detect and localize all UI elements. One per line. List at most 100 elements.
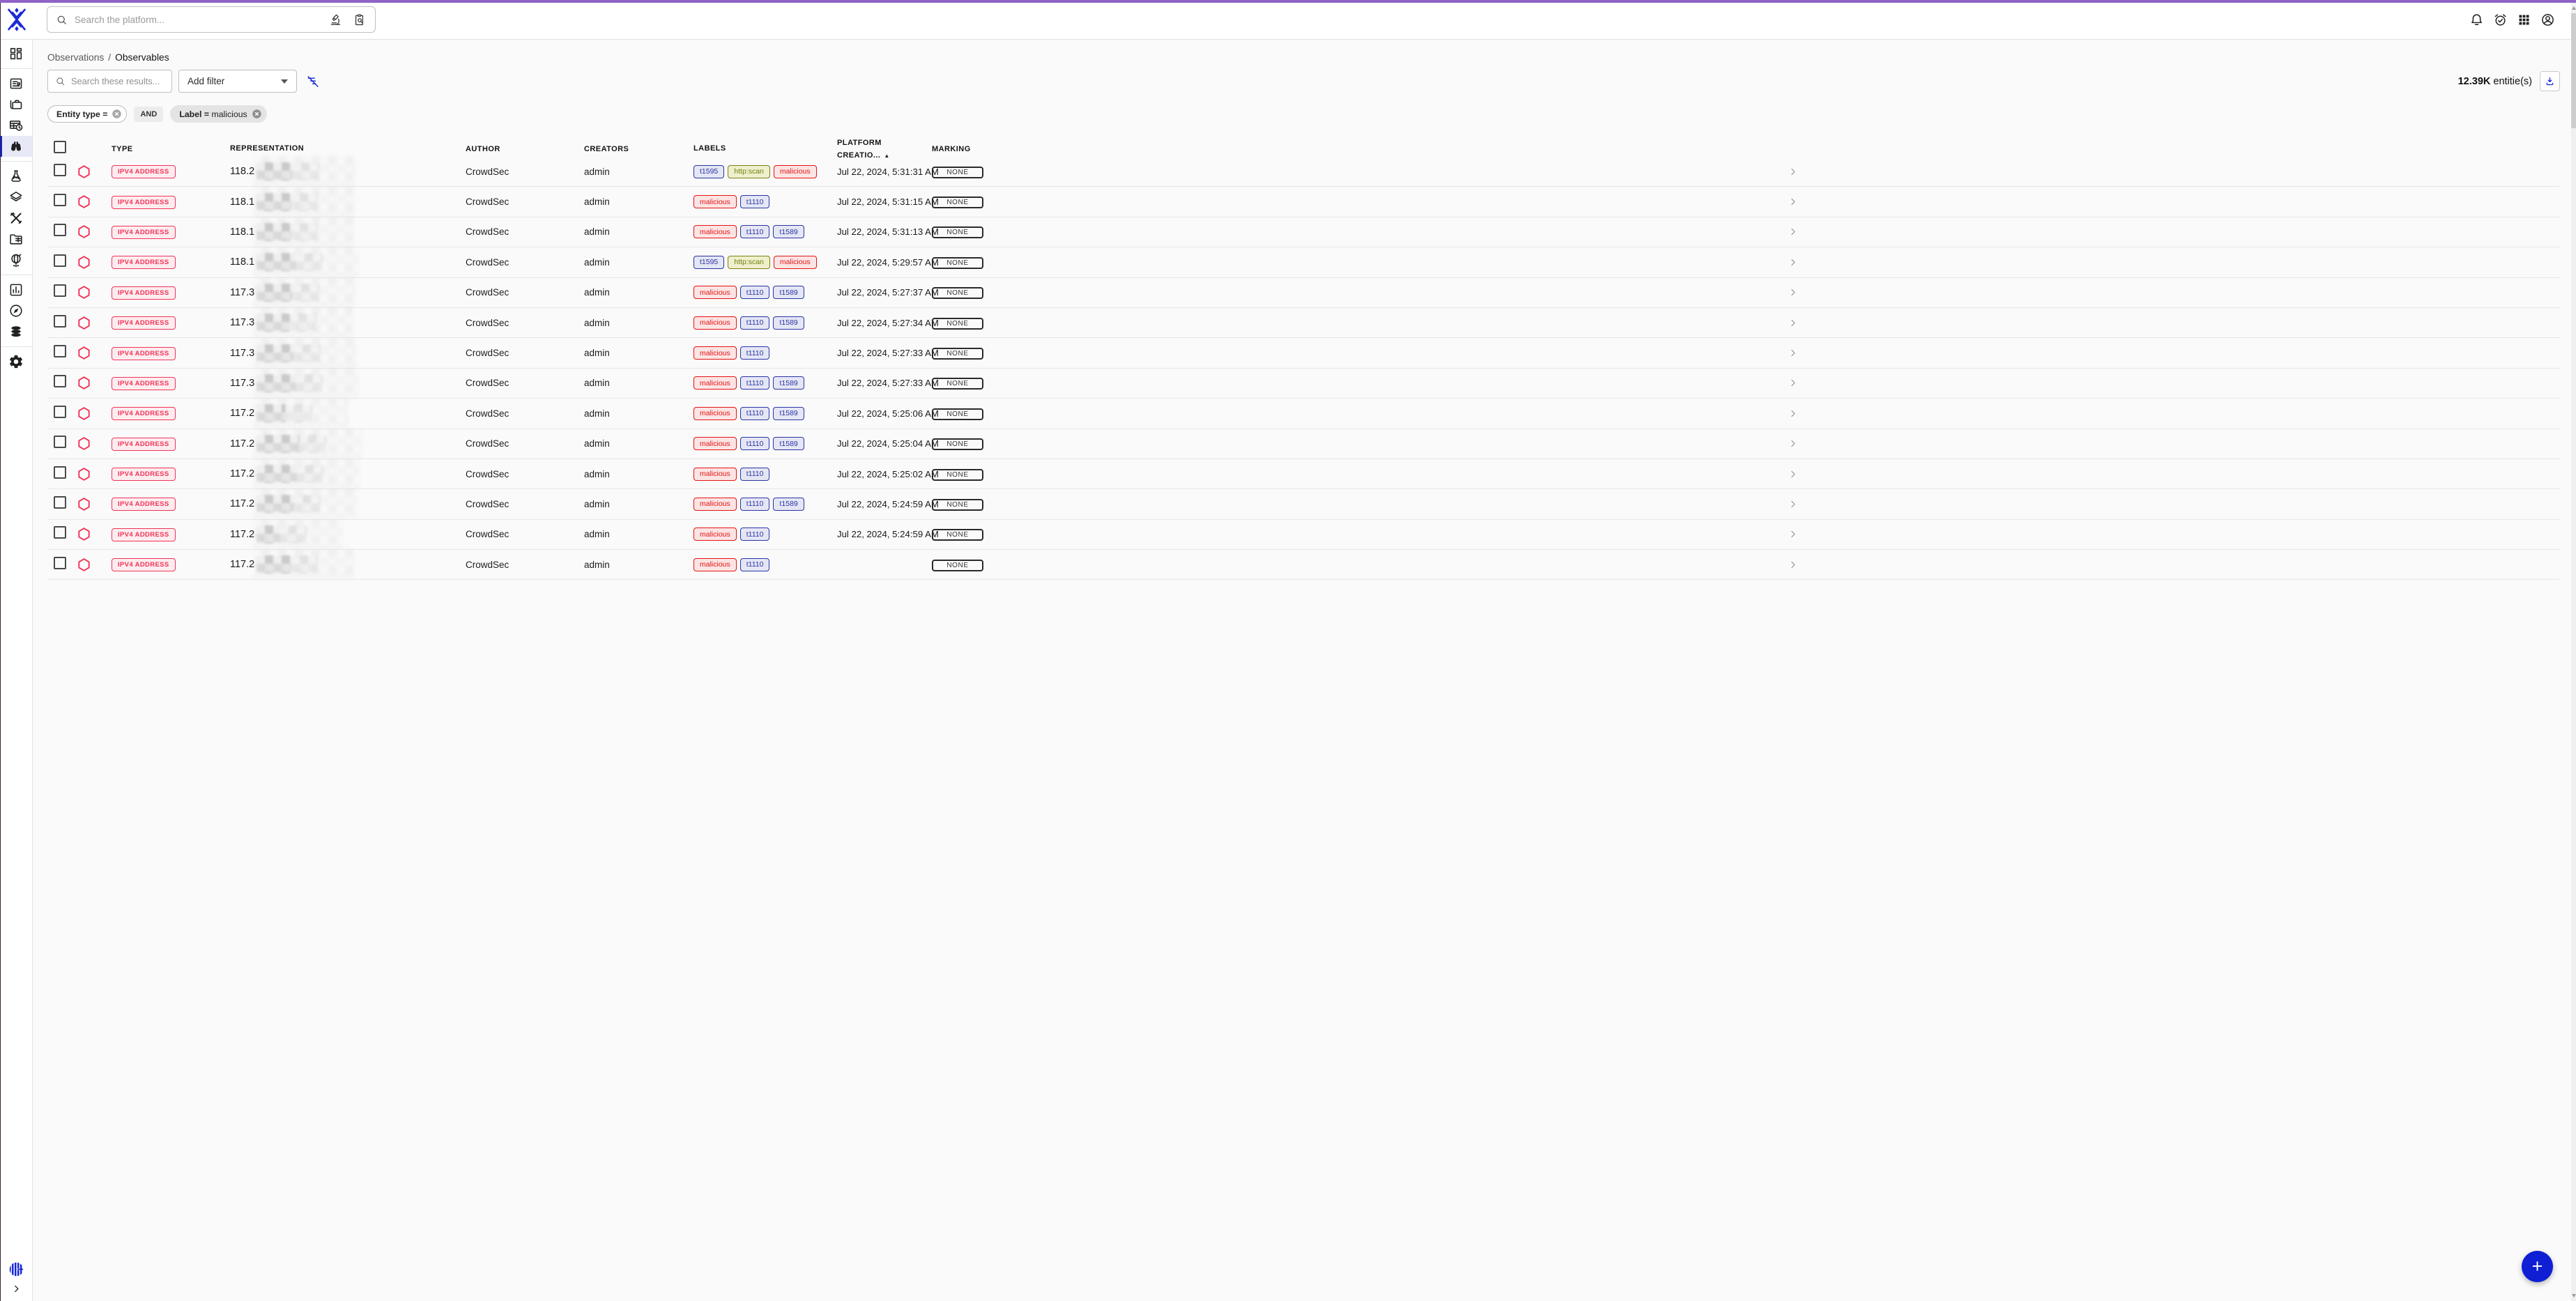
table-row[interactable]: IPV4 ADDRESS 117.3 CrowdSec admin malici… (47, 369, 2560, 399)
row-checkbox[interactable] (54, 375, 66, 387)
label-chip[interactable]: t1110 (740, 195, 770, 208)
remove-filter-icon[interactable] (251, 108, 263, 120)
label-chip[interactable]: t1589 (773, 376, 804, 390)
column-header-marking[interactable]: MARKING (932, 145, 971, 153)
label-chip[interactable]: t1595 (693, 256, 724, 269)
chevron-right-icon[interactable] (1788, 257, 1798, 268)
label-chip[interactable]: t1589 (773, 286, 804, 299)
sidebar-item-locations[interactable] (0, 249, 32, 270)
apps-grid-icon[interactable] (2517, 13, 2531, 27)
label-chip[interactable]: t1110 (740, 407, 770, 420)
table-row[interactable]: IPV4 ADDRESS 118.1 CrowdSec admin malici… (47, 187, 2560, 217)
chevron-right-icon[interactable] (1788, 226, 1798, 237)
chevron-right-icon[interactable] (1788, 287, 1798, 298)
label-chip[interactable]: t1595 (693, 165, 724, 178)
sidebar-item-data[interactable] (0, 321, 32, 342)
platform-search-input[interactable] (73, 14, 329, 26)
column-header-representation[interactable]: REPRESENTATION (230, 144, 304, 153)
table-row[interactable]: IPV4 ADDRESS 118.2 CrowdSec admin t1595h… (47, 157, 2560, 187)
clear-filters-icon[interactable] (306, 75, 320, 88)
table-row[interactable]: IPV4 ADDRESS 117.2 CrowdSec admin malici… (47, 399, 2560, 429)
row-checkbox[interactable] (54, 345, 66, 357)
column-header-creators[interactable]: CREATORS (584, 145, 629, 153)
row-checkbox[interactable] (54, 557, 66, 569)
label-chip[interactable]: t1110 (740, 528, 770, 541)
column-header-platform-creation[interactable]: PLATFORM CREATIO... (837, 139, 882, 160)
row-checkbox[interactable] (54, 194, 66, 206)
table-row[interactable]: IPV4 ADDRESS 117.2 CrowdSec admin malici… (47, 429, 2560, 459)
chevron-right-icon[interactable] (1788, 378, 1798, 388)
label-chip[interactable]: malicious (693, 346, 737, 360)
label-chip[interactable]: t1589 (773, 407, 804, 420)
sidebar-item-observations[interactable] (0, 136, 32, 157)
label-chip[interactable]: t1110 (740, 468, 770, 481)
scrollbar-thumb[interactable] (2571, 13, 2576, 128)
filter-chip[interactable]: Entity type = (47, 105, 127, 123)
microscope-icon[interactable] (329, 13, 342, 26)
row-checkbox[interactable] (54, 254, 66, 267)
table-row[interactable]: IPV4 ADDRESS 117.2 CrowdSec admin malici… (47, 489, 2560, 519)
select-all-checkbox[interactable] (54, 141, 66, 153)
row-checkbox[interactable] (54, 315, 66, 328)
column-header-labels[interactable]: LABELS (693, 144, 726, 153)
label-chip[interactable]: malicious (774, 256, 817, 269)
table-row[interactable]: IPV4 ADDRESS 117.2 CrowdSec admin malici… (47, 550, 2560, 580)
scrollbar[interactable] (2571, 3, 2576, 1301)
row-checkbox[interactable] (54, 284, 66, 297)
sidebar-item-analyses[interactable] (0, 73, 32, 94)
table-row[interactable]: IPV4 ADDRESS 117.3 CrowdSec admin malici… (47, 278, 2560, 308)
label-chip[interactable]: malicious (693, 558, 737, 571)
expand-sidebar-chevron-icon[interactable] (11, 1284, 22, 1294)
label-chip[interactable]: malicious (693, 407, 737, 420)
chevron-right-icon[interactable] (1788, 197, 1798, 207)
chevron-right-icon[interactable] (1788, 167, 1798, 177)
label-chip[interactable]: t1589 (773, 316, 804, 330)
chevron-right-icon[interactable] (1788, 560, 1798, 570)
table-row[interactable]: IPV4 ADDRESS 118.1 CrowdSec admin malici… (47, 217, 2560, 247)
table-row[interactable]: IPV4 ADDRESS 117.3 CrowdSec admin malici… (47, 338, 2560, 368)
breadcrumb-parent[interactable]: Observations (47, 52, 104, 63)
label-chip[interactable]: t1110 (740, 437, 770, 450)
sort-asc-icon[interactable]: ▲ (884, 153, 889, 159)
clipboard-search-icon[interactable] (353, 13, 366, 26)
label-chip[interactable]: malicious (693, 528, 737, 541)
export-download-button[interactable] (2540, 71, 2560, 91)
label-chip[interactable]: malicious (693, 195, 737, 208)
label-chip[interactable]: http:scan (728, 165, 770, 178)
label-chip[interactable]: malicious (693, 437, 737, 450)
label-chip[interactable]: malicious (693, 316, 737, 330)
row-checkbox[interactable] (54, 496, 66, 509)
chevron-right-icon[interactable] (1788, 348, 1798, 358)
row-checkbox[interactable] (54, 224, 66, 236)
label-chip[interactable]: t1589 (773, 437, 804, 450)
sidebar-item-events[interactable] (0, 115, 32, 136)
row-checkbox[interactable] (54, 406, 66, 418)
sidebar-item-arsenal[interactable] (0, 187, 32, 208)
results-search-input[interactable] (70, 75, 163, 87)
column-header-type[interactable]: TYPE (112, 145, 133, 153)
table-row[interactable]: IPV4 ADDRESS 117.2 CrowdSec admin malici… (47, 459, 2560, 489)
scrollbar-down-arrow-icon[interactable] (2572, 1294, 2576, 1298)
results-search[interactable] (47, 70, 172, 93)
create-observable-fab[interactable]: + (2522, 1251, 2553, 1282)
chevron-right-icon[interactable] (1788, 529, 1798, 539)
platform-search[interactable] (47, 6, 376, 33)
label-chip[interactable]: t1589 (773, 498, 804, 511)
label-chip[interactable]: malicious (774, 165, 817, 178)
sidebar-item-techniques[interactable] (0, 208, 32, 229)
sidebar-item-cases[interactable] (0, 94, 32, 115)
sidebar-item-entities[interactable] (0, 229, 32, 249)
sidebar-item-threats[interactable] (0, 166, 32, 187)
filigran-logo-icon[interactable] (8, 1261, 25, 1278)
row-checkbox[interactable] (54, 164, 66, 176)
label-chip[interactable]: malicious (693, 468, 737, 481)
label-chip[interactable]: malicious (693, 376, 737, 390)
notifications-bell-icon[interactable] (2469, 13, 2484, 27)
sidebar-item-dashboard[interactable] (0, 43, 32, 64)
scrollbar-up-arrow-icon[interactable] (2572, 6, 2576, 10)
label-chip[interactable]: t1110 (740, 316, 770, 330)
label-chip[interactable]: t1110 (740, 498, 770, 511)
sidebar-item-dashboards[interactable] (0, 279, 32, 300)
row-checkbox[interactable] (54, 466, 66, 479)
chevron-right-icon[interactable] (1788, 499, 1798, 509)
